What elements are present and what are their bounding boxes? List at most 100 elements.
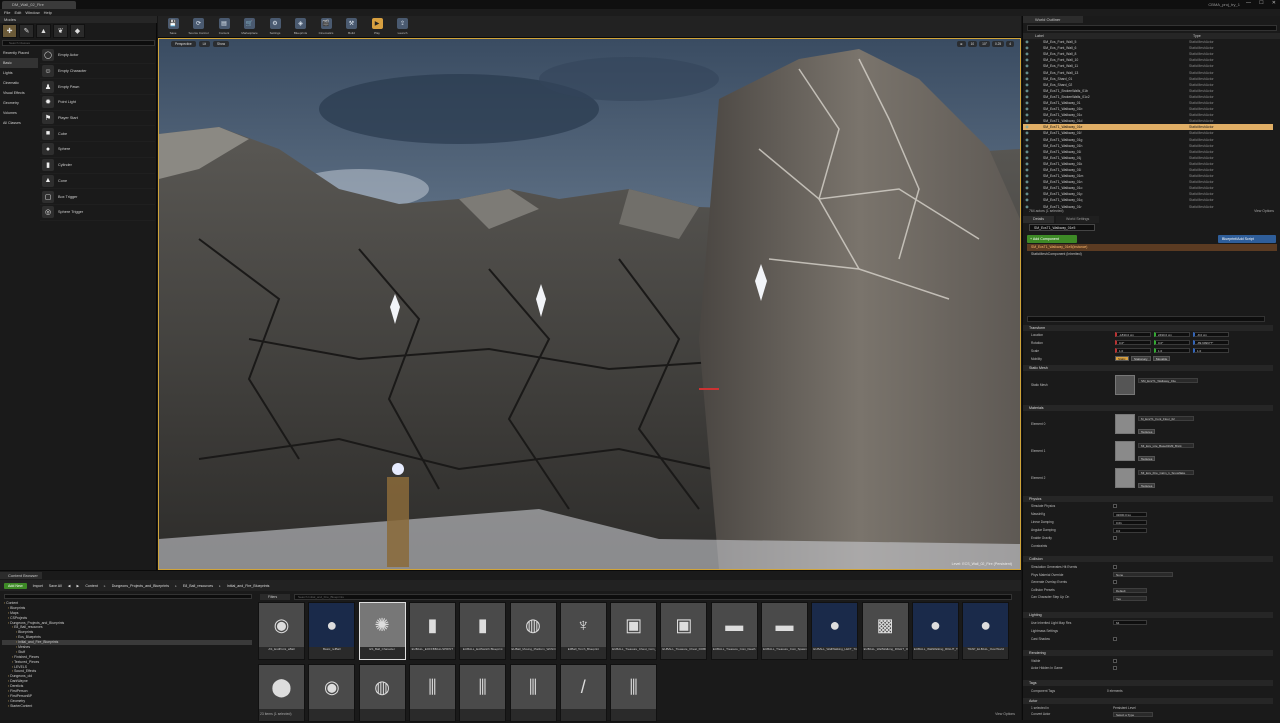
asset-tile[interactable]: ▬ EUBALL_Treasure_Coin_Death <box>710 602 758 660</box>
mass-field[interactable]: 32000.0 kg <box>1113 512 1147 517</box>
section-actor[interactable]: Actor <box>1023 698 1273 704</box>
menu-window[interactable]: Window <box>25 9 39 16</box>
menu-file[interactable]: File <box>4 9 10 16</box>
textures-button[interactable]: Textures <box>1138 456 1156 461</box>
folder-search-input[interactable] <box>4 594 252 599</box>
eye-icon[interactable]: ◉ <box>1023 173 1031 179</box>
category-all-classes[interactable]: All Classes <box>0 118 38 128</box>
section-physics[interactable]: Physics <box>1023 496 1273 502</box>
details-search-input[interactable] <box>1027 316 1265 322</box>
material-picker[interactable]: MI_Ecs_Fire_Calm_1_Snowflake <box>1138 470 1194 475</box>
eye-icon[interactable]: ◉ <box>1023 39 1031 45</box>
textures-button[interactable]: Textures <box>1138 429 1156 434</box>
add-new-button[interactable]: Add New <box>4 582 27 589</box>
eye-icon[interactable]: ◉ <box>1023 94 1031 100</box>
outliner-tab[interactable]: World Outliner <box>1023 16 1083 23</box>
asset-tile[interactable]: ● EUBALL_WallWalking_LEFT_Trig_Box <box>811 602 859 660</box>
asset-tile[interactable]: ⫼ <box>459 664 507 722</box>
modes-tab[interactable]: Modes <box>0 16 157 23</box>
place-item[interactable]: ▮ Cylinder <box>40 158 155 174</box>
step-up-dropdown[interactable]: Yes <box>1113 596 1147 601</box>
landscape-mode-icon[interactable]: ▲ <box>36 24 51 38</box>
eye-icon[interactable]: ◉ <box>1023 143 1031 149</box>
asset-tile[interactable]: ● EUBALL_WallWalking_RIGHT_Trig_Box <box>911 602 959 660</box>
rotation-y-field[interactable]: 0.0° <box>1154 340 1190 345</box>
material-thumbnail[interactable] <box>1115 468 1135 488</box>
breadcrumb-0[interactable]: Content <box>85 584 98 588</box>
category-volumes[interactable]: Volumes <box>0 108 38 118</box>
eye-icon[interactable]: ◉ <box>1023 70 1031 76</box>
breadcrumb-1[interactable]: Dungeons_Projects_and_Blueprints <box>112 584 169 588</box>
eye-icon[interactable]: ◉ <box>1023 106 1031 112</box>
place-item[interactable]: ▲ Cone <box>40 174 155 190</box>
asset-tile[interactable]: ▮ EUBALL_EvilSwitch Blueprint <box>459 602 507 660</box>
eye-icon[interactable]: ◉ <box>1023 88 1031 94</box>
mobility-stationary-button[interactable]: Stationary <box>1131 356 1151 361</box>
tab-world-settings[interactable]: World Settings <box>1056 216 1100 223</box>
eye-icon[interactable]: ◉ <box>1023 63 1031 69</box>
asset-tile[interactable]: ✺ ES_Ball_Character <box>358 602 406 660</box>
asset-tile[interactable]: ◍ EUBall_Moving_Platform_WithOrb <box>509 602 557 660</box>
textures-button[interactable]: Textures <box>1138 483 1156 488</box>
content-view-options[interactable]: View Options <box>995 712 1015 716</box>
eye-icon[interactable]: ◉ <box>1023 82 1031 88</box>
eye-icon[interactable]: ◉ <box>1023 76 1031 82</box>
place-item[interactable]: ■ Cube <box>40 126 155 143</box>
eye-icon[interactable]: ◉ <box>1023 179 1031 185</box>
place-item[interactable]: ▢ Box Trigger <box>40 189 155 205</box>
asset-tile[interactable]: ◍ <box>358 664 406 722</box>
eye-icon[interactable]: ◉ <box>1023 191 1031 197</box>
asset-tile[interactable]: ⫼ <box>610 664 658 722</box>
save-button[interactable]: 💾 Save <box>162 17 184 37</box>
launch-button[interactable]: ⇪ Launch <box>392 17 414 37</box>
maximize-icon[interactable]: ☐ <box>1259 0 1263 9</box>
lit-button[interactable]: Lit <box>198 41 211 47</box>
cinematics-button[interactable]: 🎬 Cinematics <box>315 17 337 37</box>
asset-tile[interactable]: ◉ AS_EndPoint_aBall <box>258 602 305 660</box>
scale-snap-value[interactable]: 0.25 <box>992 41 1005 47</box>
asset-tile[interactable]: ▩ EUBALL_WallWalking_RIGHT_OnGlitch <box>861 602 909 660</box>
convert-actor-dropdown[interactable]: Select a Type <box>1113 712 1153 717</box>
eye-icon[interactable]: ◉ <box>1023 197 1031 203</box>
category-recently-placed[interactable]: Recently Placed <box>0 48 38 58</box>
eye-icon[interactable]: ◉ <box>1023 45 1031 51</box>
place-item[interactable]: ◯ Empty Actor <box>40 48 155 64</box>
checkbox[interactable] <box>1113 659 1117 663</box>
eye-icon[interactable]: ◉ <box>1023 149 1031 155</box>
eye-icon[interactable]: ◉ <box>1023 137 1031 143</box>
save-all-button[interactable]: Save All <box>49 584 62 588</box>
history-forward-icon[interactable]: ▶ <box>77 584 80 588</box>
filters-button[interactable]: Filters <box>260 594 290 600</box>
tab-details[interactable]: Details <box>1023 216 1054 223</box>
eye-icon[interactable]: ◉ <box>1023 100 1031 106</box>
material-thumbnail[interactable] <box>1115 414 1135 434</box>
asset-tile[interactable]: ⫼ <box>408 664 456 722</box>
lightmap-res-field[interactable]: 64 <box>1113 620 1147 625</box>
location-y-field[interactable]: 2490.0 cm <box>1154 332 1190 337</box>
asset-tile[interactable]: ▬ EUBALL_Treasure_Coin_Spawn <box>761 602 808 660</box>
place-item[interactable]: ⚑ Player Start <box>40 111 155 127</box>
checkbox[interactable] <box>1113 580 1117 584</box>
section-tags[interactable]: Tags <box>1023 680 1273 686</box>
scale-x-field[interactable]: 1.0 <box>1115 348 1151 353</box>
eye-icon[interactable]: ◉ <box>1023 57 1031 63</box>
import-button[interactable]: Import <box>33 584 43 588</box>
asset-tile[interactable]: ● Basic_refBall <box>308 602 356 660</box>
location-z-field[interactable]: -8.0 cm <box>1193 332 1229 337</box>
asset-search-input[interactable]: Search Initial_and_Fire_Blueprints <box>294 594 1012 600</box>
asset-tile[interactable]: / <box>559 664 607 722</box>
perspective-button[interactable]: Perspective <box>171 41 196 47</box>
blueprints-button[interactable]: ◈ Blueprints <box>290 17 312 37</box>
foliage-mode-icon[interactable]: ❦ <box>53 24 68 38</box>
section-transform[interactable]: Transform <box>1023 325 1273 331</box>
eye-icon[interactable]: ◉ <box>1023 118 1031 124</box>
level-viewport[interactable]: Perspective Lit Show ⊕ 10 10° 0.25 4 Lev… <box>158 38 1021 570</box>
component-root[interactable]: SM_EcsT1_Walkway_01e5(Instance) <box>1027 244 1277 251</box>
eye-icon[interactable]: ◉ <box>1023 124 1031 130</box>
asset-tile[interactable]: ⫼ <box>509 664 557 722</box>
rotation-x-field[interactable]: 0.0° <box>1115 340 1151 345</box>
place-item[interactable]: ◎ Sphere Trigger <box>40 205 155 221</box>
add-component-button[interactable]: + Add Component <box>1027 235 1077 243</box>
content-button[interactable]: ▤ Content <box>213 17 235 37</box>
place-item[interactable]: ✹ Point Light <box>40 95 155 111</box>
